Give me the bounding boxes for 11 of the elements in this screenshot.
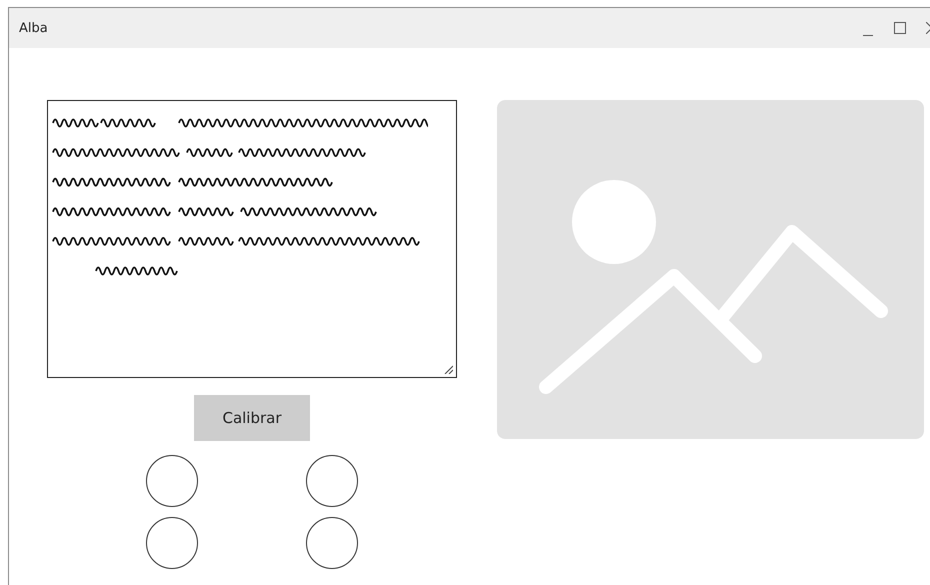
image-placeholder-icon bbox=[497, 100, 924, 439]
calibrate-button[interactable]: Calibrar bbox=[194, 395, 310, 441]
circle-indicator bbox=[146, 517, 198, 569]
circle-indicator bbox=[146, 455, 198, 507]
text-area[interactable] bbox=[47, 100, 457, 378]
circle-indicator bbox=[306, 455, 358, 507]
circle-indicator bbox=[306, 517, 358, 569]
minimize-icon bbox=[863, 34, 873, 36]
window-title: Alba bbox=[19, 20, 49, 36]
resize-grip-icon[interactable] bbox=[443, 364, 453, 374]
maximize-icon bbox=[894, 22, 906, 34]
